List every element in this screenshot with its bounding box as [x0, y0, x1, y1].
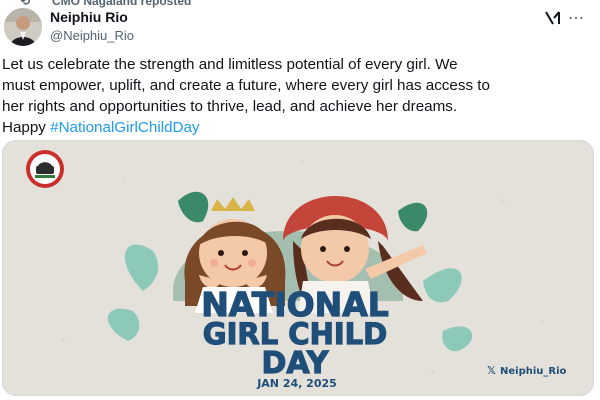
media-image[interactable]: NATIONAL GIRL CHILD DAY JAN 24, 2025 𝕏 N… [2, 140, 594, 396]
tweet-text: Let us celebrate the strength and limitl… [2, 54, 596, 138]
x-logo-icon: 𝕏 [487, 364, 496, 377]
girl-child-day-poster: NATIONAL GIRL CHILD DAY JAN 24, 2025 𝕏 N… [3, 141, 593, 395]
poster-title-line3: DAY [262, 346, 330, 381]
hashtag-link[interactable]: #NationalGirlChildDay [50, 119, 199, 136]
avatar-photo [4, 8, 42, 46]
repost-icon: ⟲ [20, 0, 31, 8]
repost-header: ⟲ CMO Nagaland reposted [0, 0, 600, 8]
grok-icon[interactable] [544, 9, 562, 27]
repost-label[interactable]: CMO Nagaland reposted [52, 0, 191, 8]
avatar[interactable] [4, 8, 42, 46]
tweet-prefix: Happy [2, 119, 51, 136]
author-handle[interactable]: @Neiphiu_Rio [50, 28, 134, 43]
tweet-line: must empower, uplift, and create a futur… [2, 77, 490, 94]
nagaland-emblem [26, 150, 64, 188]
tweet-line: Let us celebrate the strength and limitl… [2, 56, 458, 73]
tweet-line: her rights and opportunities to thrive, … [2, 98, 458, 115]
watermark-handle: Neiphiu_Rio [500, 366, 567, 377]
more-icon[interactable]: ⋯ [568, 8, 585, 28]
author-name[interactable]: Neiphiu Rio [50, 9, 128, 25]
tweet-line-last: Happy #NationalGirlChildDay [2, 117, 596, 138]
poster-date: JAN 24, 2025 [256, 377, 337, 390]
